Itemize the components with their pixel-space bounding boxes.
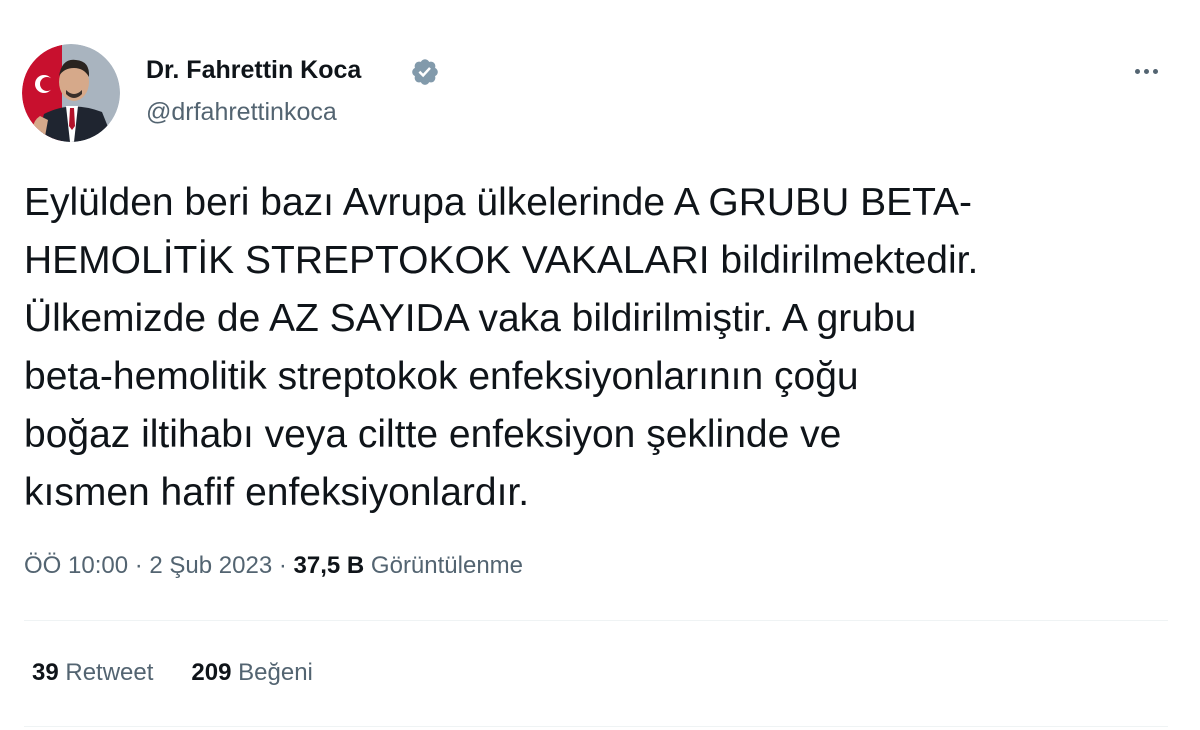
engagement-stats: 39 Retweet 209 Beğeni: [32, 655, 313, 691]
meta-separator: ·: [134, 552, 143, 579]
verified-badge-icon: [412, 59, 438, 85]
likes-count: 209: [191, 659, 232, 686]
tweet-meta: ÖÖ 10:00 · 2 Şub 2023 · 37,5 B Görüntüle…: [24, 548, 523, 584]
divider: [24, 620, 1168, 621]
tweet-text-line: Eylülden beri bazı Avrupa ülkelerinde A …: [24, 181, 973, 224]
more-options-icon[interactable]: [1124, 56, 1168, 86]
author-name[interactable]: Dr. Fahrettin Koca: [146, 54, 361, 86]
profile-avatar-image: [22, 44, 120, 142]
tweet-card: Dr. Fahrettin Koca @drfahrettinkoca Eylü…: [0, 0, 1200, 730]
tweet-text-line: boğaz iltihabı veya ciltte enfeksiyon şe…: [24, 413, 842, 456]
author-handle[interactable]: @drfahrettinkoca: [146, 96, 337, 128]
retweets-link[interactable]: 39 Retweet: [32, 655, 153, 691]
meta-separator: ·: [278, 552, 287, 579]
likes-label: Beğeni: [238, 659, 313, 686]
more-dot: [1134, 68, 1140, 74]
tweet-text-line: HEMOLİTİK STREPTOKOK VAKALARI bildirilme…: [24, 239, 979, 282]
views-label: Görüntülenme: [370, 552, 524, 579]
tweet-time[interactable]: ÖÖ 10:00: [24, 552, 128, 579]
retweets-label: Retweet: [65, 659, 154, 686]
avatar[interactable]: [22, 44, 120, 142]
tweet-date[interactable]: 2 Şub 2023: [149, 552, 272, 579]
more-dot: [1143, 68, 1149, 74]
more-dot: [1152, 68, 1158, 74]
views-count: 37,5 B: [293, 552, 365, 579]
tweet-text-line: Ülkemizde de AZ SAYIDA vaka bildirilmişt…: [24, 297, 917, 340]
tweet-text-line: beta-hemolitik streptokok enfeksiyonları…: [24, 355, 859, 398]
tweet-text: Eylülden beri bazı Avrupa ülkelerinde A …: [24, 174, 1184, 522]
likes-link[interactable]: 209 Beğeni: [191, 655, 312, 691]
divider: [24, 726, 1168, 727]
retweets-count: 39: [32, 659, 59, 686]
tweet-text-line: kısmen hafif enfeksiyonlardır.: [24, 471, 530, 514]
